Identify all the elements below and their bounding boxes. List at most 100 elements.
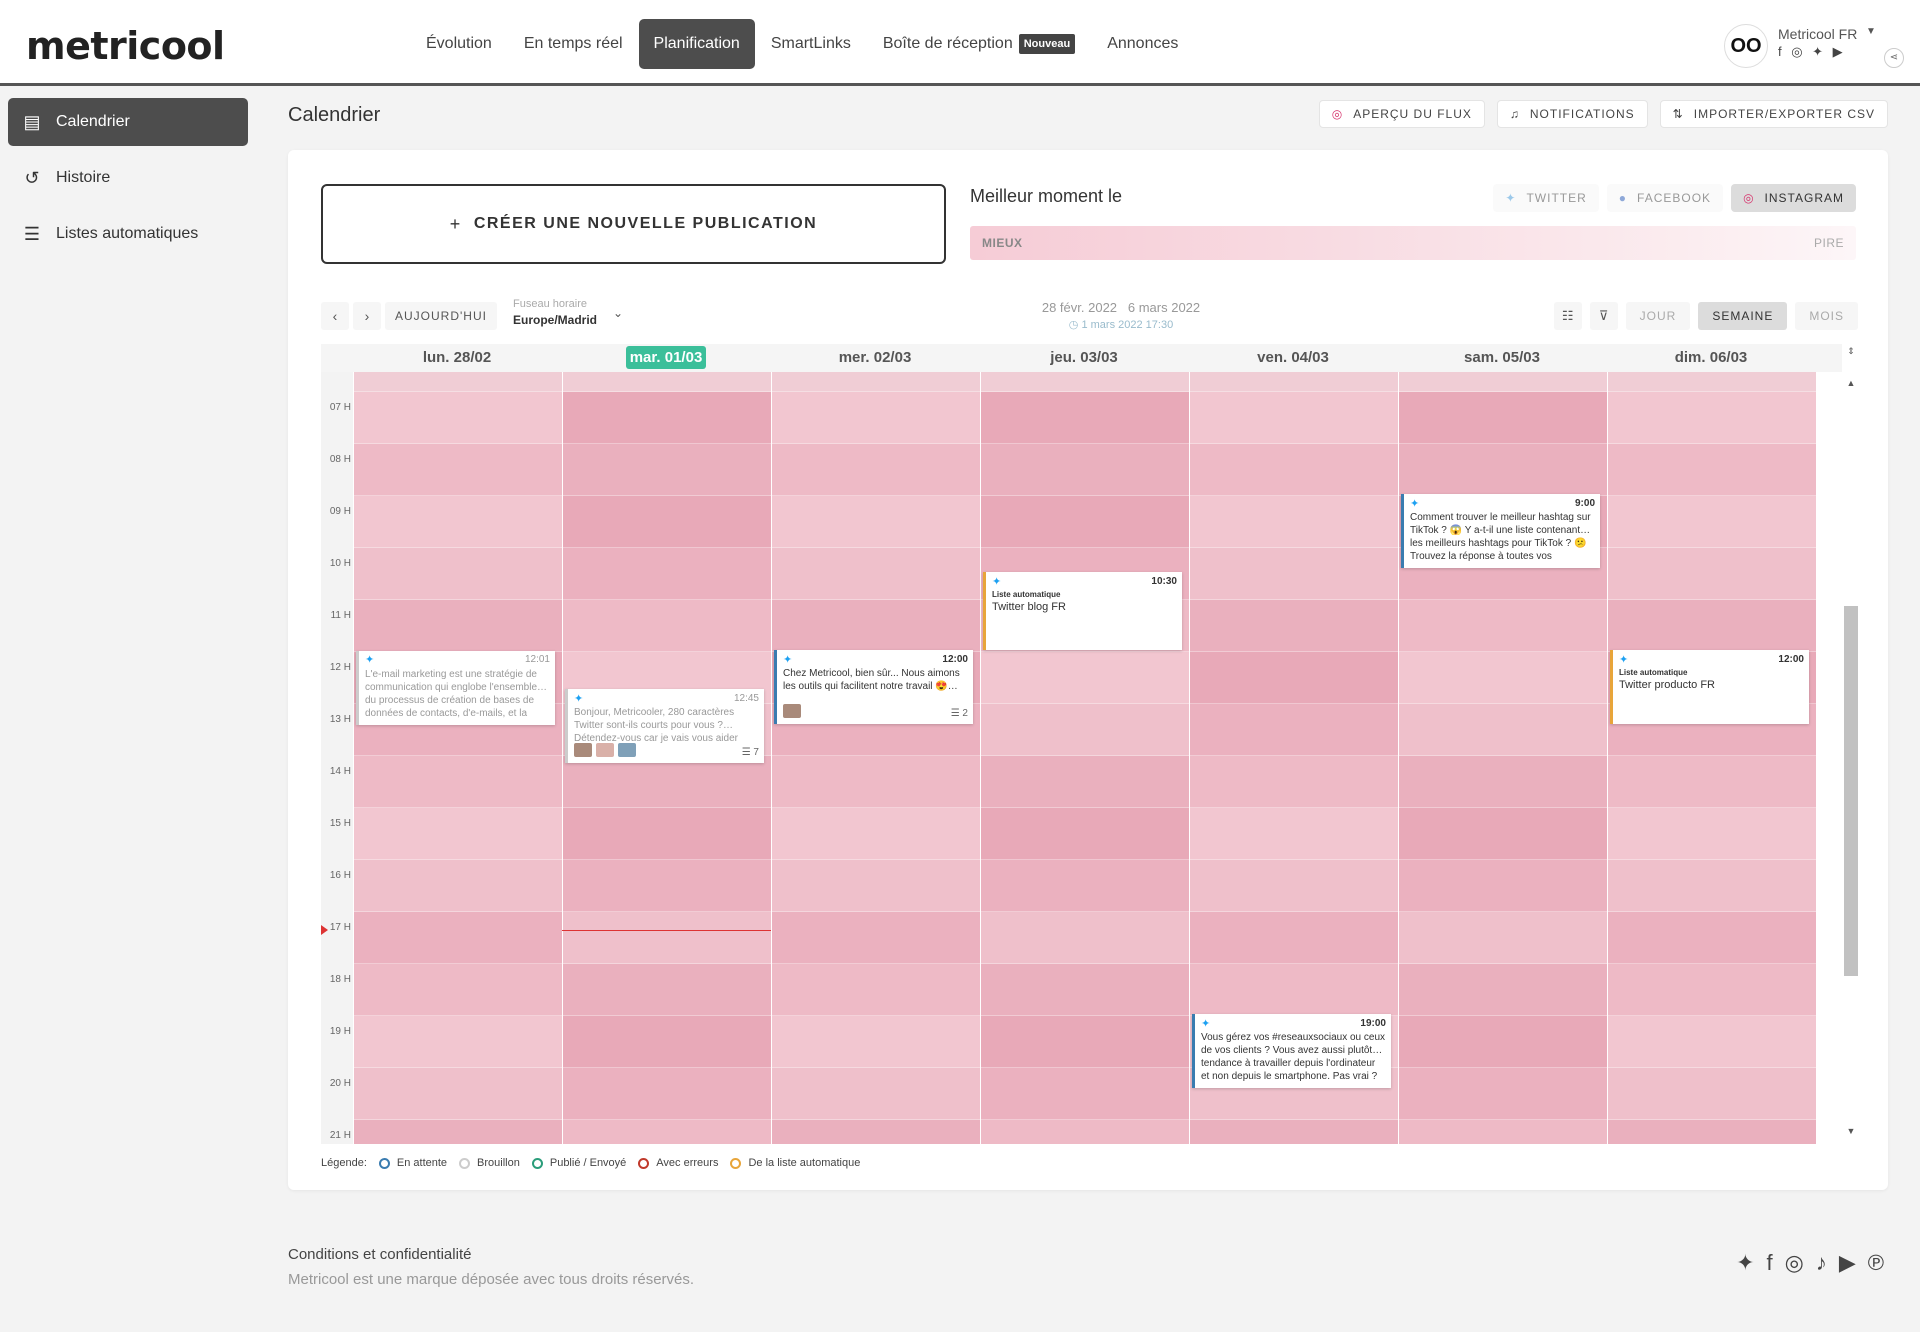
time-slot[interactable] [354, 912, 562, 964]
time-slot[interactable] [563, 808, 771, 860]
time-slot[interactable] [772, 600, 980, 652]
time-slot[interactable] [563, 860, 771, 912]
time-slot[interactable] [1608, 372, 1816, 392]
time-slot[interactable] [1399, 1068, 1607, 1120]
scheduled-post[interactable]: ✦ 12:45 Bonjour, Metricooler, 280 caractèr… [565, 689, 764, 763]
time-slot[interactable] [1608, 964, 1816, 1016]
time-slot[interactable] [1608, 860, 1816, 912]
scroll-up-icon[interactable]: ▲ [1844, 378, 1858, 388]
view-week-button[interactable]: SEMAINE [1698, 302, 1788, 330]
time-slot[interactable] [772, 912, 980, 964]
time-slot[interactable] [1399, 1016, 1607, 1068]
time-slot[interactable] [1190, 392, 1398, 444]
time-slot[interactable] [1190, 496, 1398, 548]
time-slot[interactable] [1399, 704, 1607, 756]
nav-planning[interactable]: Planification [638, 19, 755, 69]
time-slot[interactable] [1190, 912, 1398, 964]
day-header[interactable]: dim. 06/03 [1607, 344, 1815, 372]
scheduled-post[interactable]: ✦ 12:00 Chez Metricool, bien sûr... Nous a… [774, 650, 973, 724]
time-slot[interactable] [1608, 392, 1816, 444]
time-slot[interactable] [1399, 964, 1607, 1016]
time-slot[interactable] [1190, 756, 1398, 808]
time-slot[interactable] [772, 756, 980, 808]
twitter-icon[interactable]: ✦ [1736, 1250, 1754, 1276]
instagram-icon[interactable]: ◎ [1785, 1250, 1804, 1276]
tab-twitter[interactable]: ✦ TWITTER [1493, 184, 1599, 212]
time-slot[interactable] [981, 964, 1189, 1016]
time-slot[interactable] [1190, 964, 1398, 1016]
time-slot[interactable] [1399, 372, 1607, 392]
time-slot[interactable] [354, 1016, 562, 1068]
day-header[interactable]: jeu. 03/03 [980, 344, 1188, 372]
settings-sliders-button[interactable]: ☷ [1553, 302, 1582, 330]
time-slot[interactable] [981, 860, 1189, 912]
timezone-select[interactable]: Fuseau horaire Europe/Madrid ⌄ [513, 298, 643, 334]
view-day-button[interactable]: JOUR [1625, 302, 1691, 330]
time-slot[interactable] [563, 1120, 771, 1144]
scroll-down-icon[interactable]: ▼ [1844, 1126, 1858, 1136]
filter-button[interactable]: ⊽ [1589, 302, 1618, 330]
time-slot[interactable] [981, 808, 1189, 860]
time-slot[interactable] [981, 652, 1189, 704]
time-slot[interactable] [1399, 756, 1607, 808]
time-slot[interactable] [1608, 496, 1816, 548]
time-slot[interactable] [1190, 652, 1398, 704]
footer-terms-link[interactable]: Conditions et confidentialité [288, 1246, 471, 1263]
time-slot[interactable] [981, 1016, 1189, 1068]
sidebar-item-history[interactable]: ↺ Histoire [8, 154, 248, 202]
time-slot[interactable] [981, 1068, 1189, 1120]
time-slot[interactable] [1399, 1120, 1607, 1144]
time-slot[interactable] [1608, 756, 1816, 808]
time-slot[interactable] [1190, 704, 1398, 756]
time-slot[interactable] [1399, 860, 1607, 912]
time-slot[interactable] [354, 548, 562, 600]
time-slot[interactable] [1608, 1120, 1816, 1144]
time-slot[interactable] [1608, 1068, 1816, 1120]
tab-facebook[interactable]: ● FACEBOOK [1606, 184, 1724, 212]
scheduled-post[interactable]: ✦ 9:00 Comment trouver le meilleur hashtag… [1401, 494, 1600, 568]
time-slot[interactable] [772, 496, 980, 548]
time-slot[interactable] [563, 1068, 771, 1120]
time-slot[interactable] [563, 756, 771, 808]
time-slot[interactable] [1608, 1016, 1816, 1068]
day-header[interactable]: ven. 04/03 [1189, 344, 1397, 372]
day-header[interactable]: mer. 02/03 [771, 344, 979, 372]
calendar-scrollbar[interactable]: ⇕ ▲ ▼ [1842, 344, 1858, 1144]
nav-realtime[interactable]: En temps réel [508, 19, 639, 69]
scheduled-post[interactable]: ✦ 10:30 Liste automatique Twitter blog FR [983, 572, 1182, 650]
time-slot[interactable] [981, 704, 1189, 756]
youtube-icon[interactable]: ▶ [1839, 1250, 1856, 1276]
time-slot[interactable] [981, 392, 1189, 444]
time-slot[interactable] [1399, 912, 1607, 964]
time-slot[interactable] [772, 860, 980, 912]
scheduled-post[interactable]: ✦ 12:01 L'e-mail marketing est une stratég… [356, 650, 555, 725]
pinterest-icon[interactable]: ℗ [1868, 1250, 1884, 1276]
time-slot[interactable] [772, 372, 980, 392]
time-slot[interactable] [354, 444, 562, 496]
nav-ads[interactable]: Annonces [1091, 19, 1194, 69]
time-slot[interactable] [1190, 548, 1398, 600]
time-slot[interactable] [1608, 444, 1816, 496]
time-slot[interactable] [1190, 600, 1398, 652]
nav-inbox[interactable]: Boîte de réception Nouveau [867, 19, 1091, 69]
view-month-button[interactable]: MOIS [1795, 302, 1858, 330]
time-slot[interactable] [563, 496, 771, 548]
time-slot[interactable] [1399, 652, 1607, 704]
facebook-icon[interactable]: f [1767, 1250, 1773, 1276]
import-export-button[interactable]: ⇅ IMPORTER/EXPORTER CSV [1659, 100, 1888, 128]
time-slot[interactable] [354, 860, 562, 912]
time-slot[interactable] [981, 912, 1189, 964]
nav-evolution[interactable]: Évolution [410, 19, 508, 69]
time-slot[interactable] [1608, 548, 1816, 600]
time-slot[interactable] [354, 372, 562, 392]
next-week-button[interactable]: › [353, 302, 381, 330]
time-slot[interactable] [1399, 600, 1607, 652]
time-slot[interactable] [772, 1016, 980, 1068]
time-slot[interactable] [563, 548, 771, 600]
today-button[interactable]: AUJOURD'HUI [385, 302, 497, 330]
time-slot[interactable] [354, 964, 562, 1016]
account-switcher[interactable]: OO Metricool FR ▼ f ◎ ✦ ▶ ⋖ [1724, 22, 1904, 72]
sidebar-item-auto-lists[interactable]: ☰ Listes automatiques [8, 210, 248, 258]
scroll-up-double-icon[interactable]: ⇕ [1844, 346, 1858, 357]
time-slot[interactable] [354, 756, 562, 808]
